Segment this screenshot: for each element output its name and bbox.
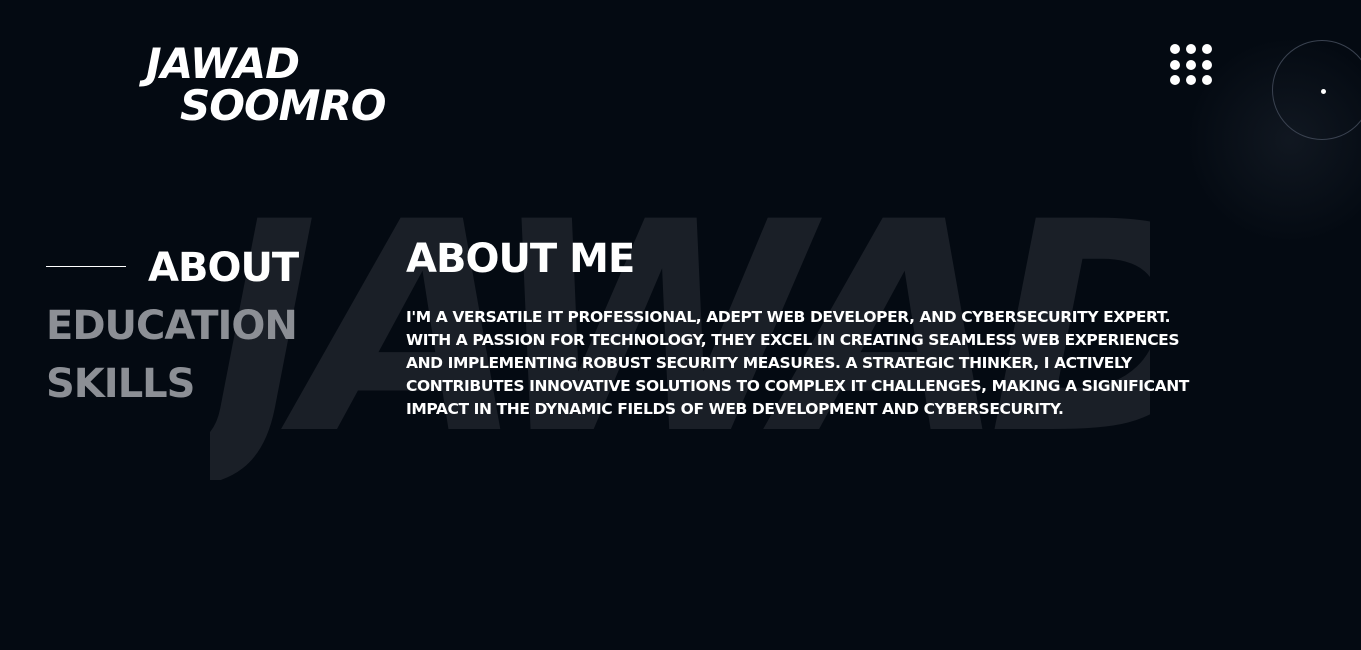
site-logo[interactable]: JAWAD SOOMRO <box>146 38 386 138</box>
cursor-dot <box>1321 89 1326 94</box>
about-section: ABOUT ME I'M A VERSATILE IT PROFESSIONAL… <box>406 232 1206 421</box>
about-description: I'M A VERSATILE IT PROFESSIONAL, ADEPT W… <box>406 308 1189 418</box>
nav-item-education[interactable]: EDUCATION <box>46 302 298 350</box>
menu-dot <box>1170 75 1180 85</box>
menu-dot <box>1202 44 1212 54</box>
active-indicator-line <box>46 266 126 267</box>
logo-last-name: SOOMRO <box>180 81 386 130</box>
section-nav: ABOUT EDUCATION SKILLS <box>46 240 346 420</box>
nav-item-about[interactable]: ABOUT <box>148 244 299 292</box>
nav-item-skills[interactable]: SKILLS <box>46 360 195 408</box>
menu-dot <box>1170 44 1180 54</box>
cursor-ring <box>1272 40 1361 140</box>
logo-first-name: JAWAD <box>146 39 300 88</box>
section-title: ABOUT ME <box>406 236 635 282</box>
menu-dot <box>1202 75 1212 85</box>
menu-dot <box>1170 60 1180 70</box>
menu-dot <box>1186 75 1196 85</box>
menu-dot <box>1186 60 1196 70</box>
menu-dot <box>1186 44 1196 54</box>
menu-dot <box>1202 60 1212 70</box>
grid-dots-icon[interactable] <box>1170 44 1214 86</box>
